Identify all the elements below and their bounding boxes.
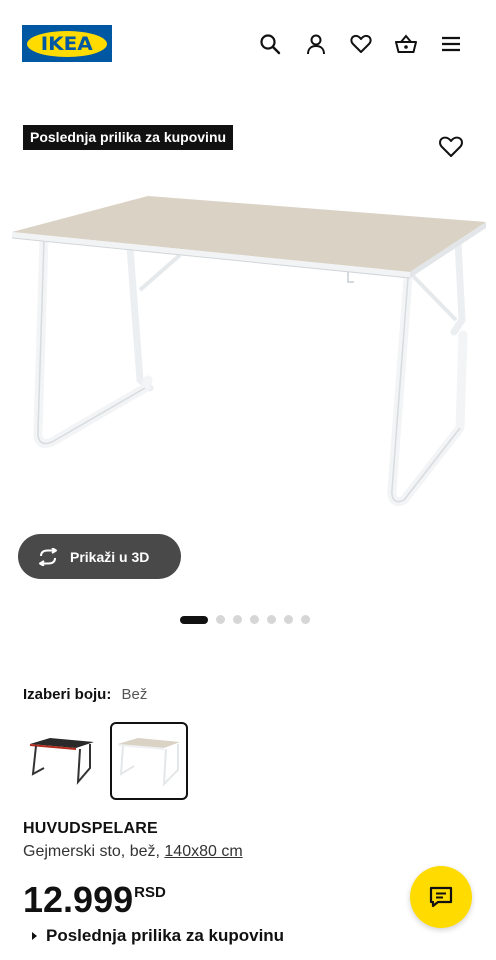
carousel-dot[interactable] [250, 615, 259, 624]
header: IKEA [0, 0, 496, 90]
last-chance-badge: Poslednja prilika za kupovinu [23, 125, 234, 150]
heart-icon[interactable] [347, 30, 375, 58]
search-icon[interactable] [256, 30, 284, 58]
view-in-3d-button[interactable]: Prikaži u 3D [18, 534, 181, 579]
caret-right-icon [32, 932, 37, 940]
product-name: HUVUDSPELARE [23, 820, 158, 837]
price-currency: RSD [134, 884, 166, 901]
chat-button[interactable] [410, 866, 472, 928]
color-swatch-beige[interactable] [110, 722, 188, 800]
user-icon[interactable] [302, 30, 330, 58]
view-in-3d-label: Prikaži u 3D [70, 548, 150, 565]
logo-text: IKEA [41, 32, 93, 55]
product-description: Gejmerski sto, bež, 140x80 cm [23, 843, 243, 861]
product-type: Gejmerski sto, bež, [23, 843, 160, 860]
image-carousel-indicator[interactable] [180, 615, 310, 624]
add-to-favorites-heart-icon[interactable] [436, 131, 466, 161]
product-size-link[interactable]: 140x80 cm [164, 843, 242, 860]
basket-icon[interactable] [392, 30, 420, 58]
product-price: 12.999 RSD [23, 880, 166, 920]
carousel-dot[interactable] [216, 615, 225, 624]
rotate-3d-icon [39, 547, 57, 566]
menu-icon[interactable] [437, 30, 465, 58]
carousel-dot[interactable] [267, 615, 276, 624]
color-swatch-black-red[interactable] [22, 722, 100, 800]
carousel-dot[interactable] [301, 615, 310, 624]
availability-note[interactable]: Poslednja prilika za kupovinu [32, 926, 284, 946]
carousel-dot[interactable] [233, 615, 242, 624]
product-image[interactable] [0, 160, 496, 530]
availability-text: Poslednja prilika za kupovinu [46, 926, 285, 945]
ikea-logo[interactable]: IKEA [22, 25, 112, 62]
color-chooser: Izaberi boju: Bež [23, 686, 147, 703]
selected-color-value: Bež [121, 686, 148, 703]
carousel-dot-active[interactable] [180, 615, 208, 624]
carousel-dot[interactable] [284, 615, 293, 624]
price-value: 12.999 [23, 879, 134, 920]
chat-icon [429, 886, 453, 908]
color-chooser-label: Izaberi boju: [23, 686, 112, 703]
